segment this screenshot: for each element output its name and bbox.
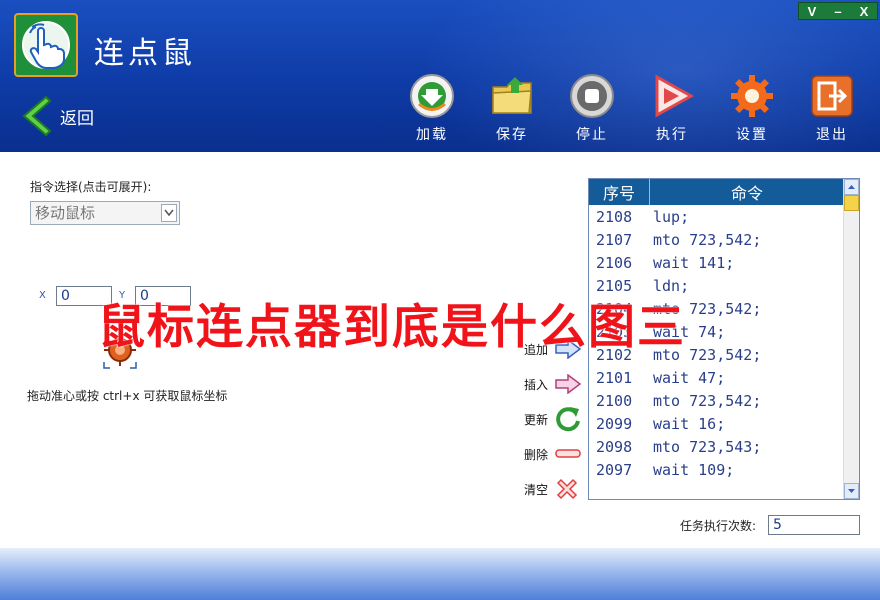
chevron-left-icon [22,95,52,137]
save-folder-icon [492,77,532,114]
clear-x-icon [556,478,578,500]
row-command: wait 109; [653,460,735,479]
row-command: mto 723,543; [653,437,762,456]
command-select[interactable]: 移动鼠标 [30,201,180,225]
command-select-value: 移动鼠标 [35,204,96,222]
stop-button[interactable]: 停止 [552,72,632,144]
minus-icon [555,449,581,458]
list-item[interactable]: 2108 lup; [589,205,859,228]
settings-button[interactable]: 设置 [712,72,792,144]
row-command: lup; [653,207,690,226]
list-item[interactable]: 2098 mto 723,543; [589,435,859,458]
row-number: 2106 [596,253,633,272]
delete-button[interactable]: 删除 [524,441,588,467]
row-number: 2098 [596,437,633,456]
list-scrollbar[interactable] [843,179,859,499]
chevron-down-icon [164,209,174,217]
row-command: wait 16; [653,414,726,433]
list-item[interactable]: 2099 wait 16; [589,412,859,435]
arrow-right-pink-icon [555,374,582,394]
back-button[interactable]: 返回 [18,94,94,138]
list-header: 序号 命令 [589,179,859,205]
scroll-down-button[interactable] [844,483,859,499]
row-command: wait 47; [653,368,726,387]
row-command: mto 723,542; [653,391,762,410]
scroll-up-button[interactable] [844,179,859,195]
row-command: mto 723,542; [653,230,762,249]
clear-button[interactable]: 清空 [524,476,588,502]
gear-icon [731,75,773,117]
list-item[interactable]: 2100 mto 723,542; [589,389,859,412]
save-button[interactable]: 保存 [472,72,552,144]
coordinate-hint: 拖动准心或按 ctrl+x 可获取鼠标坐标 [27,389,228,403]
load-button[interactable]: 加载 [392,72,472,144]
minimize-button[interactable]: – [825,3,851,19]
chevron-down-icon [848,489,855,493]
list-item[interactable]: 2101 wait 47; [589,366,859,389]
task-count-label: 任务执行次数: [680,519,757,533]
list-item[interactable]: 2106 wait 141; [589,251,859,274]
app-logo [14,13,78,77]
exit-icon [811,75,853,117]
row-command: wait 141; [653,253,735,272]
list-item[interactable]: 2107 mto 723,542; [589,228,859,251]
row-number: 2097 [596,460,633,479]
update-button[interactable]: 更新 [524,406,588,432]
header-no: 序号 [589,179,650,205]
command-select-label: 指令选择(点击可展开): [30,180,152,194]
exit-button[interactable]: 退出 [792,72,872,144]
refresh-icon [556,407,580,432]
list-item[interactable]: 2097 wait 109; [589,458,859,481]
overlay-caption: 鼠标连点器到底是什么图三 [98,300,686,355]
dropdown-arrow[interactable] [161,204,177,222]
stop-icon [570,74,614,118]
execute-button[interactable]: 执行 [632,72,712,144]
task-count-input[interactable]: 5 [768,515,860,535]
row-number: 2101 [596,368,633,387]
load-download-icon [410,74,454,118]
toolbar: 加载 保存 停止 执行 设置 退出 [392,72,872,144]
scroll-thumb[interactable] [844,195,859,211]
row-number: 2099 [596,414,633,433]
header-cmd: 命令 [730,184,763,203]
chevron-up-icon [848,185,855,189]
window-v-button[interactable]: V [799,3,825,19]
row-number: 2100 [596,391,633,410]
pointing-hand-icon [22,21,70,69]
insert-button[interactable]: 插入 [524,371,588,397]
play-icon [655,74,695,118]
window-controls: V – X [798,2,878,20]
back-label: 返回 [60,108,94,129]
close-button[interactable]: X [851,3,877,19]
x-label: X [39,290,46,301]
app-title: 连点鼠 [94,36,196,71]
row-number: 2108 [596,207,633,226]
footer-bar [0,548,880,600]
title-header: V – X 连点鼠 返回 加载 保存 停止 执行 设置 退出 [0,0,880,152]
row-number: 2107 [596,230,633,249]
